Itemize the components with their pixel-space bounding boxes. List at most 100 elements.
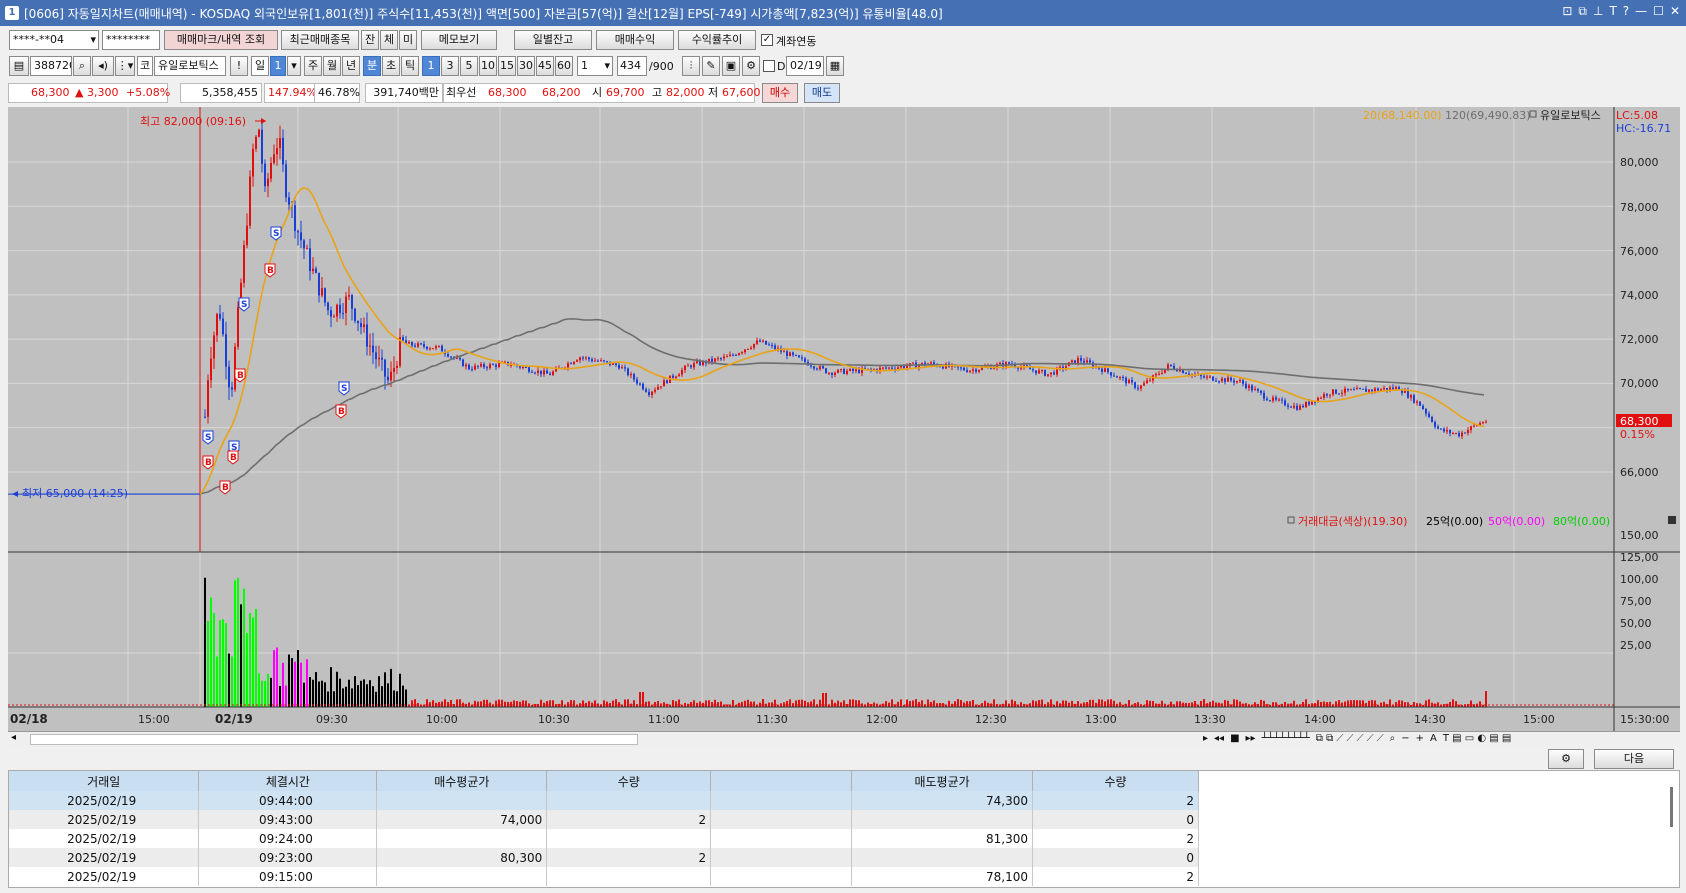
tab-executed[interactable]: 체 (380, 30, 398, 50)
table-scrollbar[interactable] (1670, 787, 1673, 827)
close-icon[interactable]: ✕ (1670, 4, 1680, 19)
maximize-icon[interactable]: ☐ (1653, 4, 1664, 19)
candle-body (1470, 426, 1472, 431)
col-buy-avg[interactable]: 매수평균가 (376, 771, 548, 791)
volume-bar (249, 613, 251, 707)
period-tick[interactable]: 틱 (401, 56, 419, 76)
candle-body (492, 364, 494, 366)
candle-body (756, 340, 758, 344)
text-tool-icon[interactable]: A (1430, 733, 1437, 744)
account-select[interactable]: ****-**04 ▾ (9, 30, 99, 50)
rewind-icon[interactable]: ◂◂ (1214, 733, 1224, 744)
period-second[interactable]: 초 (382, 56, 400, 76)
zoom-slider-icon[interactable]: ┴┴┴┴┴┴┴┴ (1262, 733, 1310, 744)
buy-marker: B (227, 450, 239, 465)
scroll-left-icon[interactable]: ◂ (11, 732, 16, 743)
candle-body (750, 347, 752, 349)
play-icon[interactable]: ▸ (1203, 733, 1208, 744)
scroll-thumb[interactable] (30, 734, 638, 745)
interval-30[interactable]: 30 (517, 56, 535, 76)
col-sell-qty[interactable]: 수량 (1032, 771, 1199, 791)
gear-icon[interactable]: ⚙ (742, 56, 760, 76)
settings-gear-button[interactable]: ⚙ (1548, 749, 1584, 769)
trade-profit-button[interactable]: 매매수익 (596, 30, 674, 50)
volume-bar (897, 701, 899, 707)
daily-balance-button[interactable]: 일별잔고 (514, 30, 592, 50)
zoom-in-icon[interactable]: + (1416, 733, 1424, 744)
candle-body (687, 365, 689, 367)
tab-balance[interactable]: 잔 (361, 30, 379, 50)
sound-icon[interactable]: ◂) (92, 56, 114, 76)
col-buy-qty[interactable]: 수량 (546, 771, 712, 791)
period-year[interactable]: 년 (342, 56, 360, 76)
search-icon[interactable]: ⌕ (73, 56, 91, 76)
chart-scrollbar[interactable]: ◂ ▸ ◂◂ ■ ▸▸ ┴┴┴┴┴┴┴┴ ⧉ ⧉ ⟋ ⟋ ⟋ ⟋ ⟋ ⌕ − +… (8, 731, 1680, 747)
tab-unfilled[interactable]: 미 (399, 30, 417, 50)
calendar-icon[interactable]: ▦ (826, 56, 844, 76)
stop-icon[interactable]: ■ (1230, 733, 1239, 744)
table-row[interactable]: 2025/02/19 09:15:00 78,100 2 (9, 867, 1199, 886)
sell-button[interactable]: 매도 (804, 83, 840, 103)
memo-button[interactable]: 메모보기 (421, 30, 497, 50)
minimize-icon[interactable]: — (1635, 4, 1647, 19)
interval-10[interactable]: 10 (479, 56, 497, 76)
col-exec-time[interactable]: 체결시간 (198, 771, 378, 791)
interval-3[interactable]: 3 (441, 56, 459, 76)
interval-select[interactable]: 1 ▾ (577, 56, 613, 76)
interval-5[interactable]: 5 (460, 56, 478, 76)
restore-icon[interactable]: ⊡ (1562, 4, 1572, 19)
text-icon[interactable]: T (1609, 4, 1616, 19)
misc-tools-icon[interactable]: T ▤ ▭ ◐ ▤ ▤ (1443, 733, 1512, 744)
volume-bar (369, 680, 371, 707)
interval-60[interactable]: 60 (555, 56, 573, 76)
col-sell-avg[interactable]: 매도평균가 (851, 771, 1034, 791)
interval-15[interactable]: 15 (498, 56, 516, 76)
period-minute[interactable]: 분 (363, 56, 381, 76)
stock-name-field[interactable]: 유일로보틱스 (154, 56, 226, 76)
forward-icon[interactable]: ▸▸ (1246, 733, 1256, 744)
table-row[interactable]: 2025/02/19 09:44:00 74,300 2 (9, 791, 1199, 810)
yield-trend-button[interactable]: 수익률추이 (678, 30, 756, 50)
volume-bar (795, 700, 797, 707)
table-row[interactable]: 2025/02/19 09:23:00 80,300 2 0 (9, 848, 1199, 867)
interval-1[interactable]: 1 (422, 56, 440, 76)
date-checkbox[interactable] (763, 60, 775, 72)
save-icon[interactable]: ▣ (722, 56, 740, 76)
legend-toggle-icon[interactable] (1529, 110, 1537, 118)
close-pane-icon[interactable] (1668, 516, 1676, 524)
stock-code-input[interactable]: 388720 (30, 56, 72, 76)
recent-trades-button[interactable]: 최근매매종목 (281, 30, 359, 50)
chart-panel[interactable]: SBBSBBSBSSB 20(68,140.00) 120(69,490.83)… (8, 107, 1680, 731)
zoom-icon[interactable]: ⌕ (1390, 733, 1396, 744)
layout-icon[interactable]: ▤ (9, 56, 29, 76)
table-row[interactable]: 2025/02/19 09:43:00 74,000 2 0 (9, 810, 1199, 829)
volume-bar (444, 699, 446, 707)
period-week[interactable]: 주 (304, 56, 322, 76)
alert-button[interactable]: ! (230, 56, 248, 76)
more-icon[interactable]: ⋮▾ (115, 56, 135, 76)
price-chart-svg[interactable]: SBBSBBSBSSB 20(68,140.00) 120(69,490.83)… (8, 107, 1680, 731)
volume-legend-toggle-icon[interactable] (1287, 516, 1295, 524)
help-icon[interactable]: ? (1623, 4, 1629, 19)
chevron-down-icon[interactable]: ▾ (287, 56, 301, 76)
count-input[interactable]: 434 (617, 56, 647, 76)
table-row[interactable]: 2025/02/19 09:24:00 81,300 2 (9, 829, 1199, 848)
indicator-icon[interactable]: ⫶ (682, 56, 700, 76)
password-field[interactable]: ******** (102, 30, 160, 50)
buy-button[interactable]: 매수 (762, 83, 798, 103)
account-link-checkbox[interactable]: ✓ (761, 34, 773, 46)
zoom-out-icon[interactable]: − (1401, 733, 1409, 744)
candle-body (1425, 408, 1427, 414)
layout-tools-icon[interactable]: ⧉ ⧉ ⟋ ⟋ ⟋ ⟋ ⟋ (1316, 733, 1384, 744)
date-input[interactable]: 02/19 (786, 56, 824, 76)
next-button[interactable]: 다음 (1594, 749, 1674, 769)
candle-body (717, 358, 719, 360)
interval-45[interactable]: 45 (536, 56, 554, 76)
pin-icon[interactable]: ⊥ (1593, 4, 1603, 19)
col-trade-date[interactable]: 거래일 (9, 771, 200, 791)
period-month[interactable]: 월 (323, 56, 341, 76)
day-value[interactable]: 1 (270, 56, 286, 76)
trade-mark-button[interactable]: 매매마크/내역 조회 (164, 30, 278, 50)
link-window-icon[interactable]: ⧉ (1578, 4, 1587, 19)
draw-tool-icon[interactable]: ✎ (702, 56, 720, 76)
